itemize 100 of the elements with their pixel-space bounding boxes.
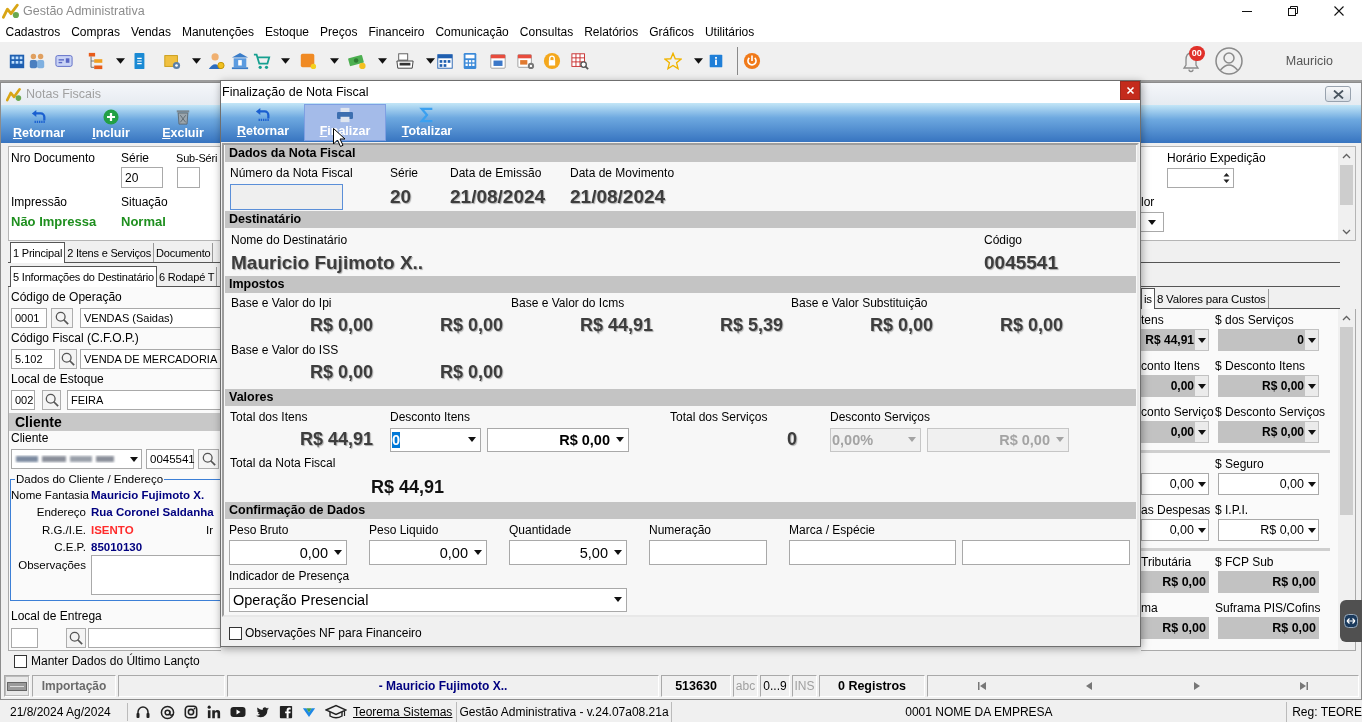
dropdown[interactable]: 5,00: [509, 540, 627, 565]
facebook-icon[interactable]: [279, 705, 293, 719]
card-icon[interactable]: [55, 52, 73, 70]
caret-icon[interactable]: [694, 58, 703, 64]
dropdown[interactable]: R$ 0,00: [1218, 519, 1319, 541]
input-field[interactable]: [177, 167, 200, 188]
dropdown[interactable]: 0,00: [369, 540, 487, 565]
headset-icon[interactable]: [135, 704, 151, 720]
tab[interactable]: 8 Valores para Custos: [1154, 289, 1269, 308]
menu-item[interactable]: Compras: [65, 24, 126, 40]
checkbox[interactable]: [14, 654, 27, 668]
text-area[interactable]: [91, 555, 221, 595]
toolbar-button[interactable]: Totalizar: [386, 104, 468, 141]
money-icon[interactable]: [348, 52, 366, 70]
panel-toggle-button[interactable]: [5, 676, 29, 696]
bank-icon[interactable]: [231, 52, 249, 70]
calendar-gear-icon[interactable]: [517, 52, 535, 70]
checkbox[interactable]: [229, 627, 242, 640]
scroll-up-icon[interactable]: [1342, 314, 1351, 321]
table-search-icon[interactable]: [571, 52, 589, 70]
tab[interactable]: 2 Itens e Serviços: [65, 243, 154, 262]
input-field[interactable]: 20: [121, 167, 163, 188]
menu-item[interactable]: Gráficos: [643, 24, 700, 40]
printer-icon[interactable]: [396, 52, 414, 70]
close-button[interactable]: [1325, 86, 1351, 102]
input-field[interactable]: [962, 540, 1130, 565]
youtube-icon[interactable]: [230, 706, 246, 718]
dropdown[interactable]: 0,00: [1141, 421, 1209, 443]
star-icon[interactable]: [664, 52, 682, 70]
twitter-icon[interactable]: [255, 705, 270, 719]
caret-icon[interactable]: [192, 58, 201, 64]
cart-icon[interactable]: [253, 52, 271, 70]
person-icon[interactable]: [207, 52, 225, 70]
power-icon[interactable]: [743, 52, 761, 70]
input-field[interactable]: FEIRA: [67, 390, 221, 410]
dropdown[interactable]: 0,00: [1218, 473, 1319, 495]
menu-item[interactable]: Consultas: [514, 24, 579, 40]
hierarchy-icon[interactable]: [87, 52, 105, 70]
dropdown[interactable]: 0,00: [1141, 519, 1209, 541]
box-icon[interactable]: [163, 52, 181, 70]
caret-icon[interactable]: [378, 58, 387, 64]
dropdown[interactable]: R$ 44,91: [1141, 329, 1209, 351]
v-logo-icon[interactable]: [302, 706, 316, 718]
calendar-icon[interactable]: [489, 52, 507, 70]
calculator-icon[interactable]: [461, 52, 479, 70]
input-field[interactable]: 5.102: [11, 349, 55, 369]
menu-item[interactable]: Vendas: [125, 24, 177, 40]
input-field[interactable]: 0001: [11, 308, 47, 328]
input-field[interactable]: [88, 628, 221, 648]
people-icon[interactable]: [28, 52, 46, 70]
search-button[interactable]: [59, 349, 77, 369]
linkedin-icon[interactable]: [207, 705, 221, 719]
search-button[interactable]: [51, 308, 73, 328]
toolbar-button[interactable]: Excluir: [147, 105, 219, 143]
tab[interactable]: Documento: [154, 243, 214, 262]
dropdown[interactable]: Operação Presencial: [229, 587, 627, 612]
dropdown[interactable]: 0,00: [229, 540, 347, 565]
dropdown[interactable]: 0: [390, 427, 481, 452]
menu-item[interactable]: Financeiro: [362, 24, 430, 40]
menu-item[interactable]: Relatórios: [578, 24, 644, 40]
caret-icon[interactable]: [426, 58, 435, 64]
dropdown[interactable]: 0: [1218, 329, 1319, 351]
tile-icon[interactable]: [299, 52, 317, 70]
vertical-scrollbar[interactable]: [1338, 147, 1355, 240]
toolbar-button[interactable]: Retornar: [222, 104, 304, 141]
bell-icon[interactable]: [1180, 51, 1201, 73]
website-link[interactable]: Teorema Sistemas: [353, 705, 453, 719]
tab[interactable]: 6 Rodapé T: [156, 267, 218, 286]
side-panel-tab[interactable]: [1340, 600, 1362, 642]
scrollbar-thumb[interactable]: [1340, 165, 1353, 205]
dropdown[interactable]: R$ 0,00: [1218, 421, 1319, 443]
menu-item[interactable]: Cadastros: [0, 24, 66, 40]
input-field[interactable]: 0045541: [146, 449, 194, 469]
scroll-up-icon[interactable]: [1342, 152, 1351, 159]
menu-item[interactable]: Comunicação: [429, 24, 515, 40]
search-button[interactable]: [66, 628, 86, 648]
menu-item[interactable]: Estoque: [259, 24, 315, 40]
avatar-icon[interactable]: [1214, 47, 1243, 75]
input-field[interactable]: 002: [11, 390, 35, 410]
tab[interactable]: 5 Informações do Destinatário: [10, 266, 157, 287]
menu-item[interactable]: Preços: [314, 24, 363, 40]
spin-arrows-icon[interactable]: [1222, 170, 1231, 186]
dropdown[interactable]: R$ 0,00: [1218, 375, 1319, 397]
menu-item[interactable]: Manutenções: [176, 24, 260, 40]
input-field[interactable]: [649, 540, 767, 565]
scroll-down-icon[interactable]: [1342, 228, 1351, 235]
dropdown[interactable]: [1141, 212, 1164, 232]
caret-icon[interactable]: [330, 58, 339, 64]
time-input-field[interactable]: [1167, 168, 1234, 188]
input-field[interactable]: [230, 183, 343, 210]
dropdown[interactable]: R$ 0,00: [487, 427, 629, 452]
input-field[interactable]: [11, 628, 38, 648]
menu-item[interactable]: Utilitários: [699, 24, 760, 40]
at-sign-icon[interactable]: [160, 704, 175, 720]
search-button[interactable]: [198, 449, 219, 469]
dropdown[interactable]: 0,00: [1141, 375, 1209, 397]
input-field[interactable]: [789, 540, 956, 565]
input-field[interactable]: VENDAS (Saidas): [80, 308, 221, 328]
scrollbar-thumb[interactable]: [1340, 327, 1353, 515]
tab[interactable]: 1 Principal: [10, 242, 66, 263]
